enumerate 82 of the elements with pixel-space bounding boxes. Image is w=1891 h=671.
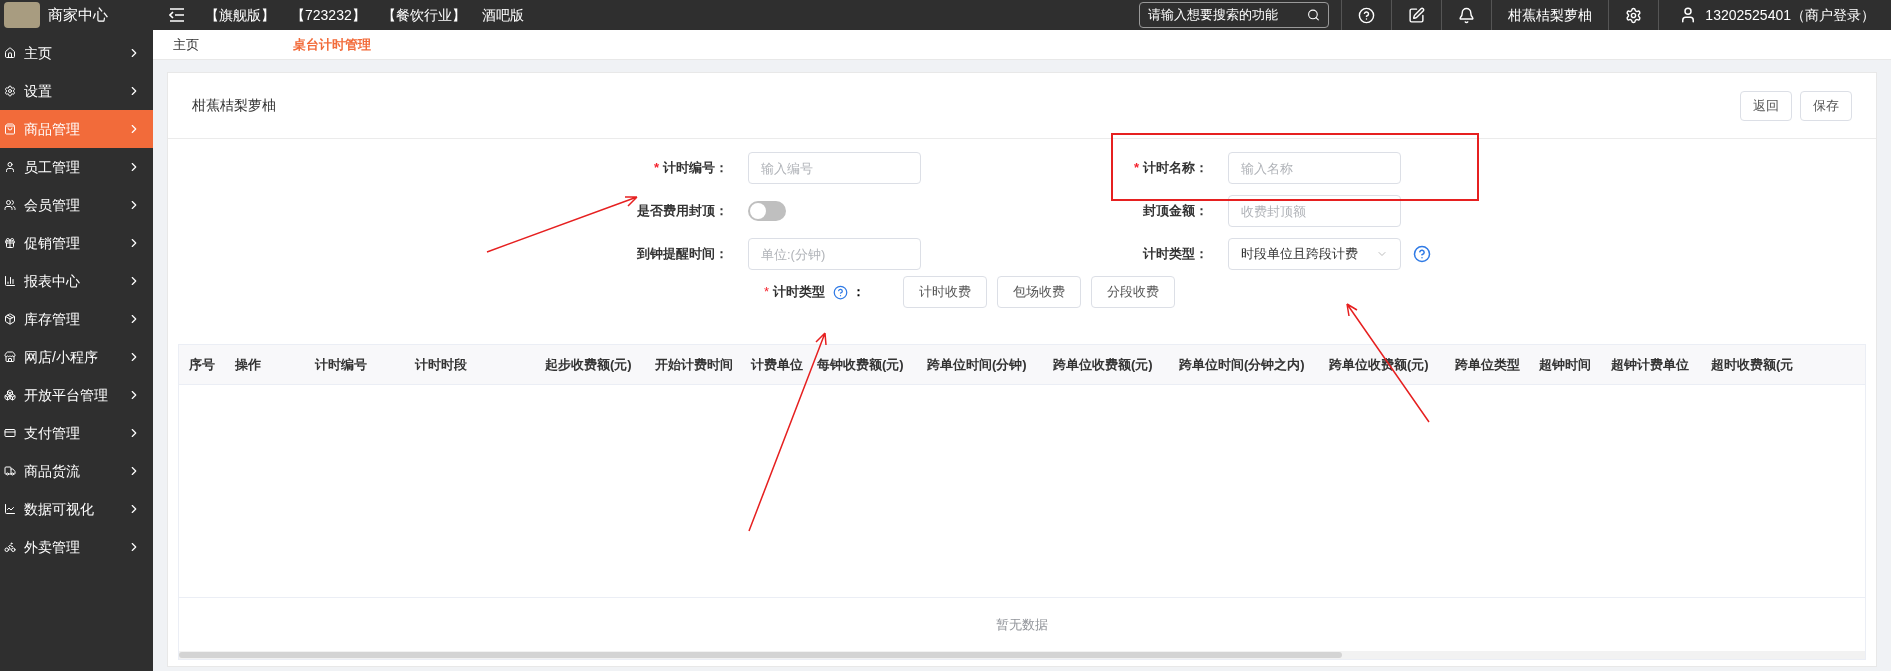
column-header: 序号 [189,356,215,372]
search-field[interactable]: 请输入想要搜索的功能 [1139,2,1330,28]
menu-item-icon [4,85,16,97]
horizontal-scrollbar[interactable] [179,651,1865,659]
menu-item-icon [4,389,16,401]
select-field[interactable]: 时段单位且跨段计费 [1228,238,1401,270]
toggle-switch[interactable] [748,201,786,221]
field-label: 是否费用封顶： [637,202,728,221]
shop-name[interactable]: 柑蕉桔梨萝柚 [1508,4,1593,26]
input-field[interactable]: 收费封顶额 [1228,195,1401,227]
brand-name: 商家中心 [48,4,108,25]
charge-type-button[interactable]: 分段收费 [1091,276,1176,308]
sidebar-item[interactable]: 报表中心 [0,262,153,300]
sidebar-item[interactable]: 商品货流 [0,452,153,490]
field-label: 计时类型 [773,283,826,302]
menu-item-icon [4,503,16,515]
column-header: 跨单位时间(分钟) [927,356,1027,372]
required-asterisk: * [653,159,659,178]
field-label: 计时类型： [1143,245,1208,264]
menu-item-icon [4,427,16,439]
field-label: 计时名称： [1143,159,1208,178]
field-label: 封顶金额： [1143,202,1208,221]
sidebar-item[interactable]: 库存管理 [0,300,153,338]
column-header: 操作 [235,356,261,372]
column-header: 超时收费额(元 [1711,356,1794,372]
edit-icon[interactable] [1408,6,1426,24]
menu-fold-icon[interactable] [169,8,185,22]
charge-type-button[interactable]: 计时收费 [903,276,988,308]
menu-item-icon [4,237,16,249]
column-header: 超钟计费单位 [1611,356,1689,372]
sidebar-item[interactable]: 支付管理 [0,414,153,452]
sidebar-item[interactable]: 设置 [0,72,153,110]
bell-icon[interactable] [1458,6,1476,24]
settings-icon[interactable] [1625,6,1643,24]
field-label: 到钟提醒时间： [637,245,728,264]
sidebar-item[interactable]: 促销管理 [0,224,153,262]
edition-tag: 【旗舰版】 [205,4,275,26]
column-header: 跨单位时间(分钟之内) [1179,356,1305,372]
input-field[interactable]: 单位:(分钟) [748,238,921,270]
sidebar-item[interactable]: 开放平台管理 [0,376,153,414]
column-header: 跨单位类型 [1455,356,1520,372]
column-header: 计费单位 [751,356,803,372]
menu-item-icon [4,275,16,287]
menu-item-icon [4,161,16,173]
logo-icon [4,2,40,28]
action-button[interactable]: 保存 [1800,90,1852,121]
sidebar-item[interactable]: 数据可视化 [0,490,153,528]
menu-item-icon [4,47,16,59]
column-header: 开始计费时间 [655,356,733,372]
menu-item-icon [4,541,16,553]
menu-item-icon [4,199,16,211]
column-header: 跨单位收费额(元) [1053,356,1153,372]
required-asterisk: * [764,283,770,302]
charge-type-button[interactable]: 包场收费 [997,276,1082,308]
column-header: 计时编号 [315,356,367,372]
column-header: 起步收费额(元) [545,356,632,372]
user-account[interactable]: 13202525401（商户登录） [1705,4,1875,26]
menu-item-icon [4,313,16,325]
edition-tag: 酒吧版 [481,4,524,26]
field-label: 计时编号： [663,159,728,178]
input-field[interactable]: 输入编号 [748,152,921,184]
menu-item-icon [4,351,16,363]
sidebar-item[interactable]: 外卖管理 [0,528,153,566]
input-field[interactable]: 输入名称 [1228,152,1401,184]
menu-item-icon [4,123,16,135]
menu-item-icon [4,465,16,477]
required-asterisk: * [1133,159,1139,178]
empty-text: 暂无数据 [996,615,1048,634]
edition-tag: 【餐饮行业】 [381,4,466,26]
sidebar-item[interactable]: 员工管理 [0,148,153,186]
label-colon: ： [852,283,866,302]
sidebar-item[interactable]: 主页 [0,34,153,72]
card-title: 柑蕉桔梨萝柚 [192,96,276,115]
sidebar-item[interactable]: 网店/小程序 [0,338,153,376]
search-icon[interactable] [1307,8,1321,22]
action-button[interactable]: 返回 [1740,90,1792,121]
edition-tag: 【723232】 [291,4,366,26]
column-header: 超钟时间 [1539,356,1591,372]
breadcrumb-tab[interactable]: 主页 [153,34,273,55]
column-header: 每钟收费额(元) [817,356,904,372]
sidebar-item[interactable]: 会员管理 [0,186,153,224]
column-header: 计时时段 [415,356,467,372]
